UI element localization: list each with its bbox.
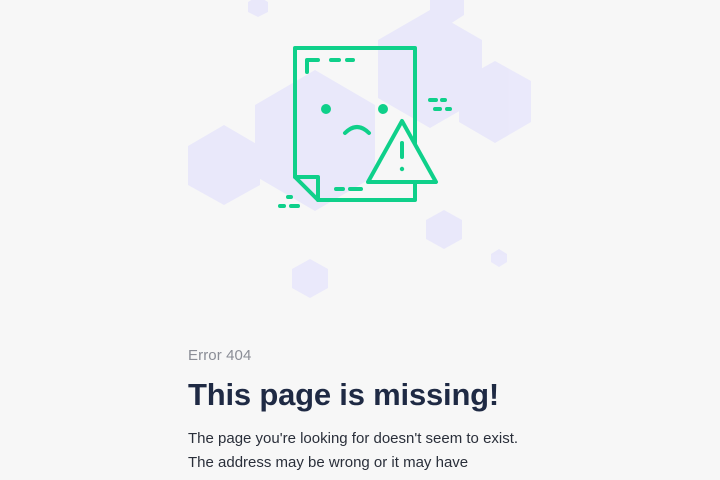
- page-title: This page is missing!: [188, 377, 500, 412]
- hexagon-shape: [426, 210, 462, 249]
- face-eye-left: [321, 104, 331, 114]
- hexagon-shape: [248, 0, 268, 17]
- background-hexagons: [188, 0, 531, 298]
- error-description: The page you're looking for doesn't seem…: [188, 430, 519, 471]
- warning-exclamation-dot: [399, 166, 405, 172]
- error-code-label: Error 404: [188, 347, 252, 364]
- hexagon-shape: [188, 125, 260, 205]
- document-dashes-top: [305, 58, 355, 74]
- hexagon-shape: [292, 259, 328, 298]
- hexagon-shape: [491, 249, 507, 267]
- face-eye-right: [378, 104, 388, 114]
- error-message: Error 404 This page is missing! The page…: [188, 345, 533, 475]
- error-404-page: Error 404 This page is missing! The page…: [0, 0, 720, 480]
- missing-page-illustration: [188, 0, 531, 298]
